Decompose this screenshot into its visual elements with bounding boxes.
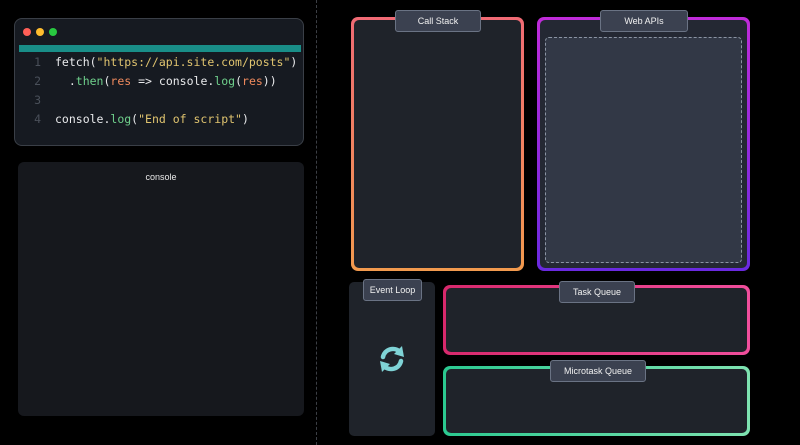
- code-line: 3: [15, 91, 303, 110]
- line-highlight: [19, 45, 301, 52]
- console-title: console: [145, 172, 177, 182]
- task-queue-label: Task Queue: [559, 281, 635, 303]
- maximize-dot-icon[interactable]: [49, 28, 57, 36]
- microtask-queue-label: Microtask Queue: [550, 360, 646, 382]
- window-controls: [23, 28, 57, 36]
- code-token: res: [242, 74, 263, 88]
- divider: [316, 0, 317, 445]
- code-token: => console.: [131, 74, 215, 88]
- call-stack-label: Call Stack: [395, 10, 481, 32]
- code-token: log: [110, 112, 132, 126]
- close-dot-icon[interactable]: [23, 28, 31, 36]
- line-number: 1: [34, 55, 41, 69]
- event-loop-panel: [349, 282, 435, 436]
- code-token: console.: [55, 112, 111, 126]
- web-apis-dropzone: [545, 37, 742, 263]
- code-token: fetch(: [55, 55, 97, 69]
- code-token: )): [262, 74, 277, 88]
- code-block: 1 fetch("https://api.site.com/posts") 2 .…: [15, 53, 303, 129]
- code-token: res: [110, 74, 132, 88]
- call-stack-panel: [351, 17, 524, 271]
- console-panel: console: [18, 162, 304, 416]
- line-number: 2: [34, 74, 41, 88]
- code-token: "https://api.site.com/posts": [96, 55, 291, 69]
- code-token: ): [290, 55, 298, 69]
- code-token: "End of script": [138, 112, 242, 126]
- code-token: (: [131, 112, 139, 126]
- code-token: ): [241, 112, 249, 126]
- code-line: 4 console. log("End of script"): [15, 110, 303, 129]
- code-token: .: [55, 74, 76, 88]
- web-apis-label: Web APIs: [600, 10, 688, 32]
- code-token: then: [75, 74, 104, 88]
- code-token: (: [103, 74, 111, 88]
- line-number: 4: [34, 112, 41, 126]
- code-line: 2 . then(res => console. log(res)): [15, 72, 303, 91]
- code-line: 1 fetch("https://api.site.com/posts"): [15, 53, 303, 72]
- event-loop-label: Event Loop: [363, 279, 422, 301]
- code-token: (: [235, 74, 243, 88]
- code-token: log: [214, 74, 236, 88]
- code-editor: 1 fetch("https://api.site.com/posts") 2 .…: [14, 18, 304, 146]
- line-number: 3: [34, 93, 41, 107]
- refresh-icon: [380, 346, 404, 372]
- minimize-dot-icon[interactable]: [36, 28, 44, 36]
